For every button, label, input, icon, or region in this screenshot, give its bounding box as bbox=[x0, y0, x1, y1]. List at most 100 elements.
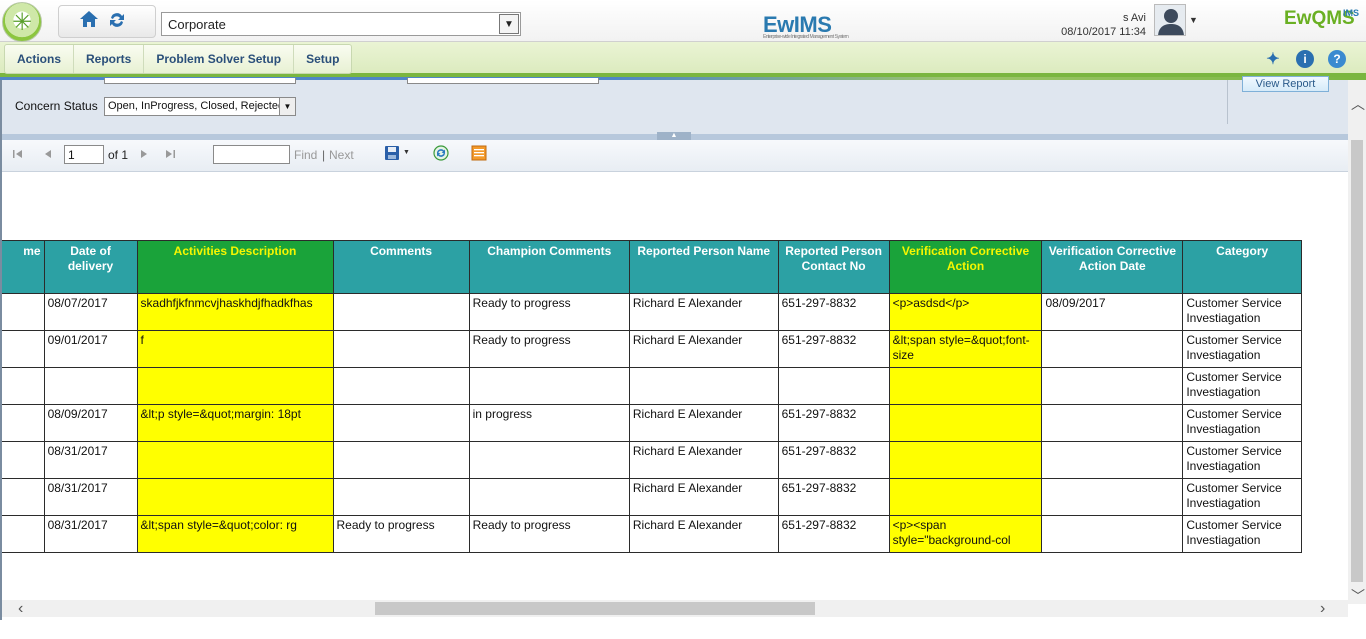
table-cell: Customer Service Investiagation bbox=[1182, 330, 1302, 368]
table-cell: in progress bbox=[468, 404, 630, 442]
organization-select-value: Corporate bbox=[168, 17, 226, 32]
table-row: Customer Service Investiagation bbox=[2, 367, 1302, 405]
home-icon[interactable] bbox=[78, 8, 100, 30]
column-header: Reported Person Name bbox=[628, 240, 779, 294]
table-cell bbox=[332, 367, 470, 405]
menu-item-actions[interactable]: Actions bbox=[5, 45, 75, 73]
left-frame-edge bbox=[0, 80, 2, 620]
user-menu-caret-icon[interactable]: ▼ bbox=[1189, 15, 1198, 25]
horizontal-scroll-thumb[interactable] bbox=[375, 602, 815, 615]
table-cell bbox=[43, 367, 138, 405]
report-toolbar: 1 of 1 Find | Next ▼ bbox=[2, 140, 1348, 172]
concern-status-label: Concern Status bbox=[15, 99, 98, 113]
table-cell: Customer Service Investiagation bbox=[1182, 515, 1302, 553]
table-cell: 08/31/2017 bbox=[43, 515, 138, 553]
table-cell bbox=[468, 478, 630, 516]
table-cell bbox=[1041, 330, 1184, 368]
table-cell: 651-297-8832 bbox=[777, 441, 890, 479]
page-footer bbox=[0, 617, 1366, 639]
pin-icon[interactable]: ✦ bbox=[1264, 50, 1282, 68]
scroll-down-icon[interactable]: ﹀ bbox=[1351, 586, 1365, 606]
user-datetime: 08/10/2017 11:34 bbox=[1061, 26, 1146, 38]
parameter-input-partial-2[interactable] bbox=[407, 78, 599, 84]
table-cell: 08/07/2017 bbox=[43, 293, 138, 331]
last-page-icon[interactable] bbox=[164, 148, 176, 160]
parameter-input-partial[interactable] bbox=[104, 78, 296, 84]
user-name: s Avi bbox=[1122, 12, 1146, 24]
next-link[interactable]: Next bbox=[329, 148, 354, 162]
table-cell: 09/01/2017 bbox=[43, 330, 138, 368]
table-row: 08/31/2017 &lt;span style=&quot;color: rg… bbox=[2, 515, 1302, 553]
vertical-scroll-thumb[interactable] bbox=[1351, 140, 1363, 582]
table-cell: 651-297-8832 bbox=[777, 515, 890, 553]
table-cell: &lt;span style=&quot;color: rg bbox=[136, 515, 334, 553]
report-parameters: Concern Status Open, InProgress, Closed,… bbox=[2, 76, 1348, 134]
column-header: Verification Corrective Action Date bbox=[1041, 240, 1184, 294]
avatar[interactable] bbox=[1154, 4, 1186, 36]
table-cell bbox=[1041, 367, 1184, 405]
table-cell: Richard E Alexander bbox=[628, 478, 779, 516]
horizontal-scrollbar[interactable]: ‹ › bbox=[2, 600, 1348, 617]
table-cell: Richard E Alexander bbox=[628, 404, 779, 442]
menu-item-reports[interactable]: Reports bbox=[74, 45, 145, 73]
find-text-input[interactable] bbox=[213, 145, 290, 164]
table-cell bbox=[2, 293, 45, 331]
table-cell: skadhfjkfnmcvjhaskhdjfhadkfhas bbox=[136, 293, 334, 331]
table-cell bbox=[136, 478, 334, 516]
table-row: 08/31/2017 Richard E Alexander 651-297-883… bbox=[2, 441, 1302, 479]
table-cell: Richard E Alexander bbox=[628, 330, 779, 368]
table-cell bbox=[332, 478, 470, 516]
info-icon[interactable]: i bbox=[1296, 50, 1314, 68]
table-cell: 651-297-8832 bbox=[777, 293, 890, 331]
chevron-down-icon[interactable]: ▼ bbox=[279, 98, 295, 115]
export-save-icon[interactable] bbox=[384, 145, 400, 161]
table-cell: 651-297-8832 bbox=[777, 404, 890, 442]
organization-select[interactable]: Corporate ▼ bbox=[161, 12, 521, 36]
report-viewer: me Date of delivery Activities Descripti… bbox=[2, 173, 1348, 600]
scroll-left-icon[interactable]: ‹ bbox=[18, 600, 23, 618]
table-header-row: me Date of delivery Activities Descripti… bbox=[2, 240, 1302, 294]
table-cell: Customer Service Investiagation bbox=[1182, 441, 1302, 479]
table-cell bbox=[888, 441, 1043, 479]
table-cell bbox=[1041, 515, 1184, 553]
table-cell bbox=[1041, 441, 1184, 479]
next-page-icon[interactable] bbox=[138, 148, 150, 160]
table-cell: 08/31/2017 bbox=[43, 478, 138, 516]
table-cell bbox=[777, 367, 890, 405]
table-cell: f bbox=[136, 330, 334, 368]
table-cell: <p>asdsd</p> bbox=[888, 293, 1043, 331]
scroll-right-icon[interactable]: › bbox=[1320, 600, 1325, 618]
help-icon[interactable]: ? bbox=[1328, 50, 1346, 68]
scroll-up-icon[interactable]: ︿ bbox=[1351, 94, 1365, 114]
concern-status-value: Open, InProgress, Closed, Rejected bbox=[108, 100, 285, 112]
table-cell bbox=[332, 330, 470, 368]
first-page-icon[interactable] bbox=[12, 148, 24, 160]
menu-item-problem-solver-setup[interactable]: Problem Solver Setup bbox=[144, 45, 295, 73]
column-header: Reported Person Contact No bbox=[777, 240, 890, 294]
table-cell bbox=[1041, 478, 1184, 516]
table-cell bbox=[2, 367, 45, 405]
refresh-report-icon[interactable] bbox=[433, 145, 449, 161]
column-header: me bbox=[2, 240, 45, 294]
vertical-scrollbar[interactable]: ︿ ﹀ bbox=[1348, 80, 1366, 604]
table-cell: &lt;span style=&quot;font-size bbox=[888, 330, 1043, 368]
refresh-icon[interactable] bbox=[107, 10, 127, 30]
table-cell: Ready to progress bbox=[468, 330, 630, 368]
table-cell: 651-297-8832 bbox=[777, 330, 890, 368]
view-report-button[interactable]: View Report bbox=[1242, 76, 1329, 92]
find-link[interactable]: Find bbox=[294, 148, 317, 162]
collapse-params-icon[interactable]: ▲ bbox=[657, 132, 691, 140]
chevron-down-icon[interactable]: ▼ bbox=[499, 14, 519, 34]
concern-status-select[interactable]: Open, InProgress, Closed, Rejected ▼ bbox=[104, 97, 296, 116]
page-number-input[interactable]: 1 bbox=[64, 145, 104, 164]
table-cell bbox=[628, 367, 779, 405]
print-layout-icon[interactable] bbox=[471, 145, 487, 161]
previous-page-icon[interactable] bbox=[42, 148, 54, 160]
ewqms-logo-sup: IMS bbox=[1343, 8, 1360, 18]
app-menu-logo-icon[interactable]: ✳ bbox=[2, 2, 42, 42]
top-header: ✳ Corporate ▼ EwIMS Enterprise-wide Inte… bbox=[0, 0, 1366, 42]
table-cell: Richard E Alexander bbox=[628, 515, 779, 553]
menu-item-setup[interactable]: Setup bbox=[294, 45, 351, 73]
ewims-logo: EwIMS Enterprise-wide Integrated Managem… bbox=[763, 12, 849, 40]
export-dropdown-icon[interactable]: ▼ bbox=[403, 149, 410, 156]
